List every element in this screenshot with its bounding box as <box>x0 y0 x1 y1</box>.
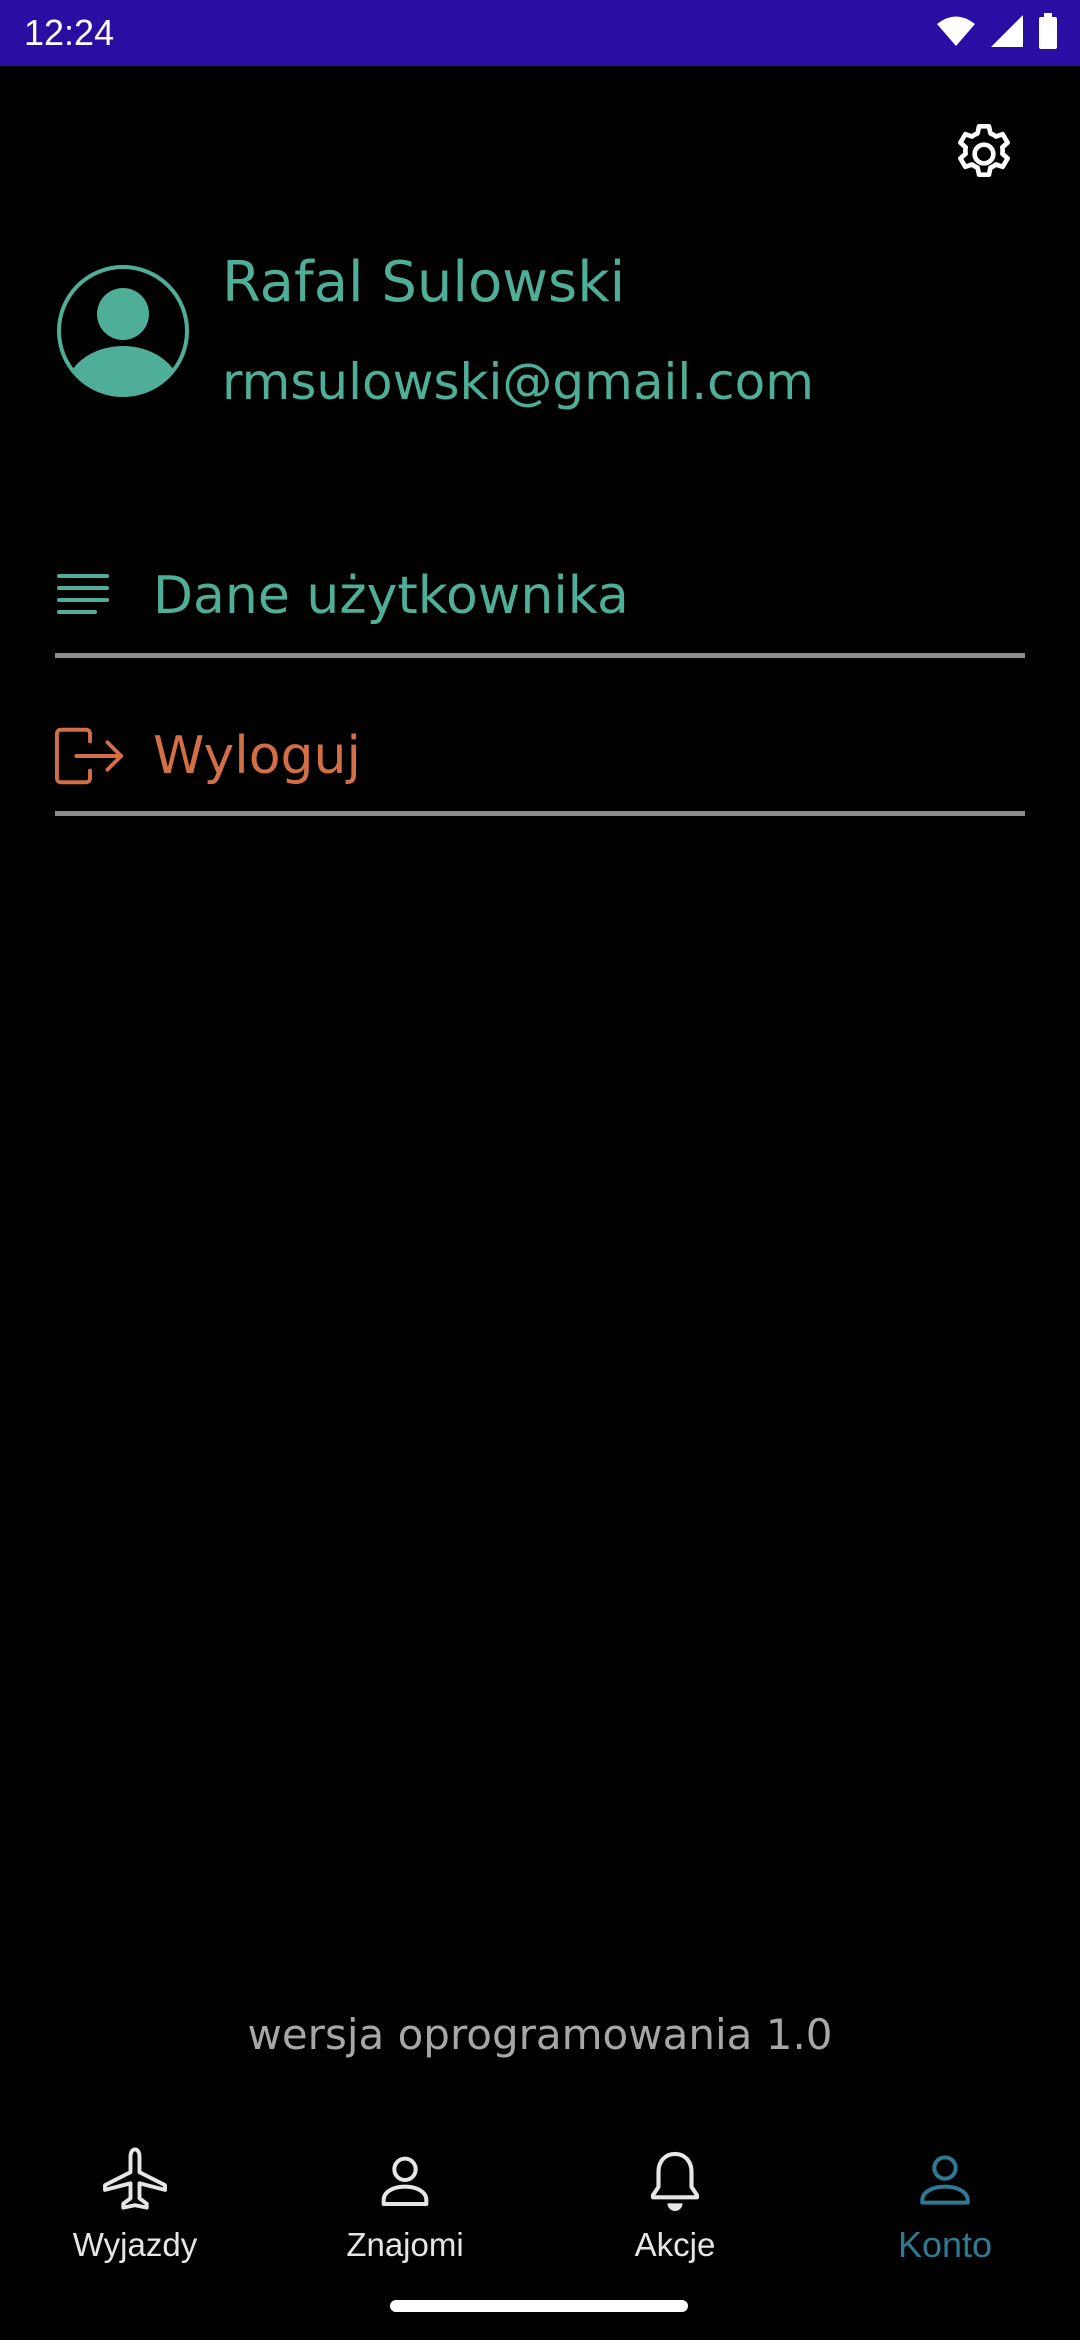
nav-item-wyjazdy[interactable]: Wyjazdy <box>0 2120 270 2290</box>
logout-menu-item[interactable]: Wyloguj <box>55 700 1025 816</box>
person-icon <box>365 2140 445 2220</box>
home-indicator[interactable] <box>390 2300 688 2312</box>
bell-icon <box>635 2140 715 2220</box>
nav-item-akcje[interactable]: Akcje <box>540 2120 810 2290</box>
logout-icon <box>55 726 125 786</box>
account-screen: 12:24 Rafal Sulowski rmsulowski@gmail.co… <box>0 0 1080 2340</box>
airplane-icon <box>95 2140 175 2220</box>
status-icons <box>936 13 1058 53</box>
nav-item-znajomi[interactable]: Znajomi <box>270 2120 540 2290</box>
gear-icon <box>949 119 1019 193</box>
person-icon <box>905 2140 985 2220</box>
user-data-label: Dane użytkownika <box>153 565 629 626</box>
user-data-menu-item[interactable]: Dane użytkownika <box>55 538 1025 658</box>
bottom-navigation: Wyjazdy Znajomi Akcje Konto <box>0 2120 1080 2290</box>
nav-label-wyjazdy: Wyjazdy <box>72 2226 198 2263</box>
status-bar: 12:24 <box>0 0 1080 66</box>
logout-label: Wyloguj <box>153 725 361 786</box>
wifi-icon <box>936 15 976 51</box>
profile-email: rmsulowski@gmail.com <box>222 353 814 411</box>
avatar <box>54 262 192 400</box>
settings-button[interactable] <box>948 120 1020 192</box>
software-version: wersja oprogramowania 1.0 <box>247 2010 833 2059</box>
nav-label-znajomi: Znajomi <box>346 2226 464 2263</box>
user-avatar-icon <box>54 265 192 404</box>
status-time: 12:24 <box>24 12 115 53</box>
nav-item-konto[interactable]: Konto <box>810 2120 1080 2290</box>
signal-icon <box>990 14 1024 52</box>
nav-label-konto: Konto <box>897 2224 993 2265</box>
nav-label-akcje: Akcje <box>634 2226 716 2263</box>
battery-icon <box>1038 13 1058 53</box>
list-lines-icon <box>55 566 125 626</box>
profile-name: Rafal Sulowski <box>222 250 626 315</box>
